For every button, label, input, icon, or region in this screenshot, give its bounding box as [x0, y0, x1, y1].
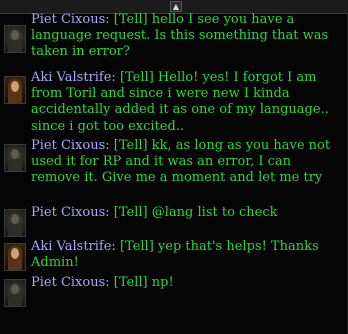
aki-portrait[interactable] [4, 243, 26, 271]
chat-log-window: ▲ Piet Cixous: [Tell] hello I see you ha… [0, 0, 348, 334]
message-channel: [Tell] [119, 70, 154, 85]
piet-portrait[interactable] [4, 279, 26, 307]
speaker-name[interactable]: Piet Cixous: [31, 275, 110, 290]
chat-message-text: Piet Cixous: [Tell] np! [31, 275, 341, 291]
message-channel: [Tell] [113, 138, 148, 153]
chat-message-text: Piet Cixous: [Tell] @lang list to check [31, 205, 341, 221]
chat-message-text: Aki Valstrife: [Tell] yep that's helps! … [31, 239, 341, 271]
speaker-name[interactable]: Piet Cixous: [31, 205, 110, 220]
speaker-name[interactable]: Aki Valstrife: [31, 70, 116, 85]
piet-portrait[interactable] [4, 25, 26, 53]
piet-portrait[interactable] [4, 209, 26, 237]
scroll-up-icon[interactable]: ▲ [170, 1, 182, 12]
message-body: np! [151, 275, 174, 290]
chat-message-text: Piet Cixous: [Tell] hello I see you have… [31, 12, 341, 61]
chat-message-text: Piet Cixous: [Tell] kk, as long as you h… [31, 138, 341, 187]
message-channel: [Tell] [113, 12, 148, 27]
aki-portrait[interactable] [4, 76, 26, 104]
message-channel: [Tell] [113, 205, 148, 220]
message-body: @lang list to check [151, 205, 278, 220]
speaker-name[interactable]: Aki Valstrife: [31, 239, 116, 254]
chat-message-text: Aki Valstrife: [Tell] Hello! yes! I forg… [31, 70, 341, 135]
piet-portrait[interactable] [4, 144, 26, 172]
speaker-name[interactable]: Piet Cixous: [31, 12, 110, 27]
message-channel: [Tell] [113, 275, 148, 290]
speaker-name[interactable]: Piet Cixous: [31, 138, 110, 153]
message-channel: [Tell] [119, 239, 154, 254]
